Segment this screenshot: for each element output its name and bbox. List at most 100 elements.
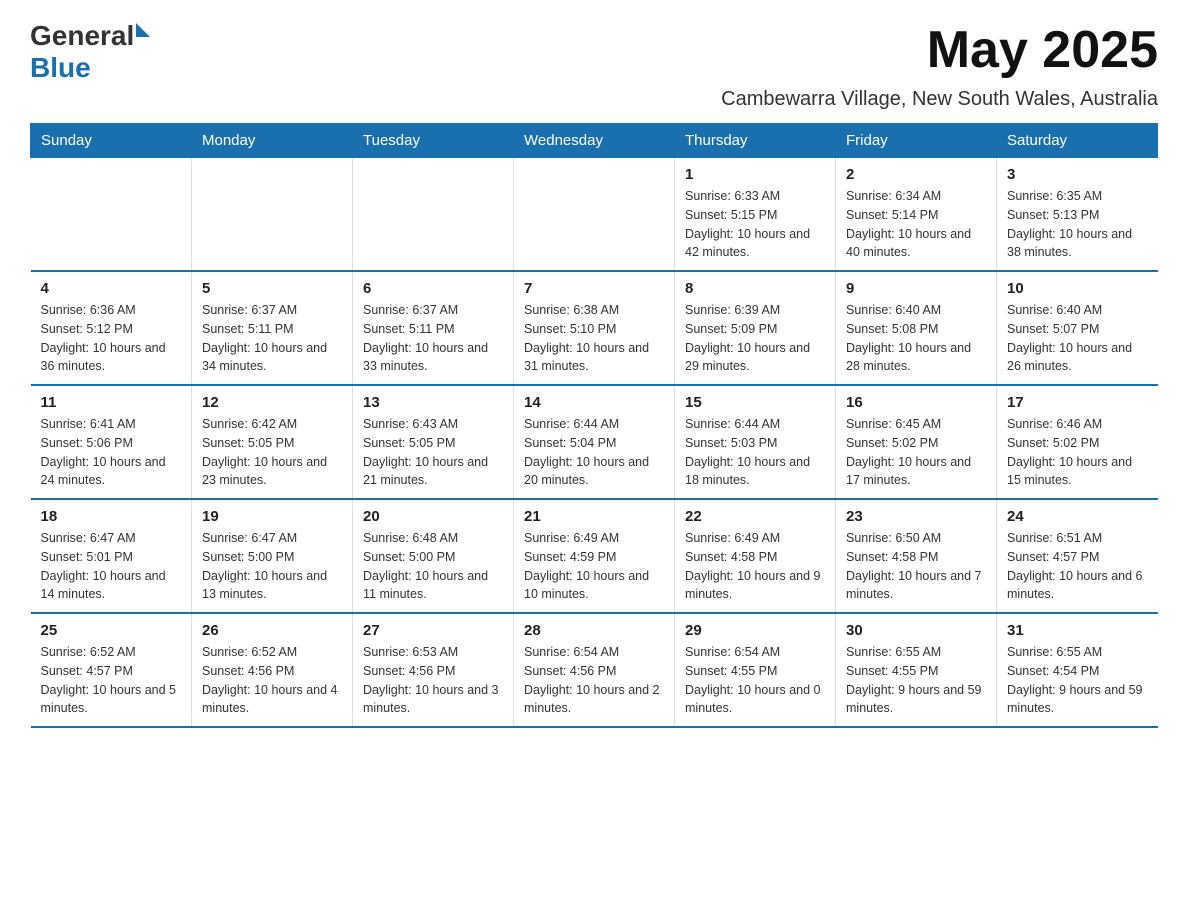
calendar-cell (514, 158, 675, 272)
day-number: 19 (202, 508, 342, 525)
calendar-cell: 4 Sunrise: 6:36 AMSunset: 5:12 PMDaylight… (31, 271, 192, 385)
calendar-cell: 2Sunrise: 6:34 AMSunset: 5:14 PMDaylight… (836, 158, 997, 272)
day-number: 6 (363, 280, 503, 297)
day-number: 1 (685, 166, 825, 183)
day-number: 13 (363, 394, 503, 411)
day-number: 23 (846, 508, 986, 525)
calendar-cell: 29 Sunrise: 6:54 AMSunset: 4:55 PMDayligh… (675, 613, 836, 727)
day-number: 10 (1007, 280, 1148, 297)
day-info: Sunrise: 6:46 AMSunset: 5:02 PMDaylight:… (1007, 415, 1148, 490)
day-info: Sunrise: 6:55 AMSunset: 4:55 PMDaylight:… (846, 643, 986, 718)
calendar-cell: 19 Sunrise: 6:47 AMSunset: 5:00 PMDayligh… (192, 499, 353, 613)
calendar-cell: 20Sunrise: 6:48 AMSunset: 5:00 PMDayligh… (353, 499, 514, 613)
day-number: 29 (685, 622, 825, 639)
day-info: Sunrise: 6:49 AMSunset: 4:59 PMDaylight:… (524, 529, 664, 604)
logo-general: General (30, 20, 134, 52)
calendar-cell: 10 Sunrise: 6:40 AMSunset: 5:07 PMDayligh… (997, 271, 1158, 385)
calendar-cell: 28Sunrise: 6:54 AMSunset: 4:56 PMDayligh… (514, 613, 675, 727)
calendar-cell: 22Sunrise: 6:49 AMSunset: 4:58 PMDayligh… (675, 499, 836, 613)
day-info: Sunrise: 6:42 AMSunset: 5:05 PMDaylight:… (202, 415, 342, 490)
day-number: 5 (202, 280, 342, 297)
day-number: 11 (41, 394, 182, 411)
calendar-cell: 5 Sunrise: 6:37 AMSunset: 5:11 PMDaylight… (192, 271, 353, 385)
day-info: Sunrise: 6:54 AMSunset: 4:55 PMDaylight:… (685, 643, 825, 718)
title-block: May 2025 (927, 20, 1158, 80)
day-number: 30 (846, 622, 986, 639)
day-number: 9 (846, 280, 986, 297)
calendar-cell: 12 Sunrise: 6:42 AMSunset: 5:05 PMDayligh… (192, 385, 353, 499)
day-number: 16 (846, 394, 986, 411)
day-info: Sunrise: 6:51 AMSunset: 4:57 PMDaylight:… (1007, 529, 1148, 604)
day-info: Sunrise: 6:44 AMSunset: 5:03 PMDaylight:… (685, 415, 825, 490)
calendar-cell: 13 Sunrise: 6:43 AMSunset: 5:05 PMDayligh… (353, 385, 514, 499)
day-info: Sunrise: 6:50 AMSunset: 4:58 PMDaylight:… (846, 529, 986, 604)
calendar-cell: 27Sunrise: 6:53 AMSunset: 4:56 PMDayligh… (353, 613, 514, 727)
day-info: Sunrise: 6:40 AMSunset: 5:07 PMDaylight:… (1007, 301, 1148, 376)
location-subtitle: Cambewarra Village, New South Wales, Aus… (30, 88, 1158, 111)
day-info: Sunrise: 6:38 AMSunset: 5:10 PMDaylight:… (524, 301, 664, 376)
calendar-cell: 18 Sunrise: 6:47 AMSunset: 5:01 PMDayligh… (31, 499, 192, 613)
day-number: 4 (41, 280, 182, 297)
day-number: 28 (524, 622, 664, 639)
logo-triangle-icon (136, 23, 150, 37)
day-info: Sunrise: 6:36 AMSunset: 5:12 PMDaylight:… (41, 301, 182, 376)
weekday-header-wednesday: Wednesday (514, 124, 675, 158)
day-info: Sunrise: 6:39 AMSunset: 5:09 PMDaylight:… (685, 301, 825, 376)
day-number: 15 (685, 394, 825, 411)
calendar-cell: 14 Sunrise: 6:44 AMSunset: 5:04 PMDayligh… (514, 385, 675, 499)
weekday-header-thursday: Thursday (675, 124, 836, 158)
calendar-cell: 8Sunrise: 6:39 AMSunset: 5:09 PMDaylight… (675, 271, 836, 385)
day-info: Sunrise: 6:52 AMSunset: 4:56 PMDaylight:… (202, 643, 342, 718)
calendar-cell: 15 Sunrise: 6:44 AMSunset: 5:03 PMDayligh… (675, 385, 836, 499)
calendar-table: SundayMondayTuesdayWednesdayThursdayFrid… (30, 123, 1158, 728)
week-row-5: 25 Sunrise: 6:52 AMSunset: 4:57 PMDayligh… (31, 613, 1158, 727)
day-number: 27 (363, 622, 503, 639)
week-row-4: 18 Sunrise: 6:47 AMSunset: 5:01 PMDayligh… (31, 499, 1158, 613)
month-title: May 2025 (927, 20, 1158, 80)
day-number: 31 (1007, 622, 1148, 639)
calendar-cell (192, 158, 353, 272)
day-info: Sunrise: 6:35 AMSunset: 5:13 PMDaylight:… (1007, 187, 1148, 262)
day-info: Sunrise: 6:45 AMSunset: 5:02 PMDaylight:… (846, 415, 986, 490)
day-info: Sunrise: 6:49 AMSunset: 4:58 PMDaylight:… (685, 529, 825, 604)
week-row-1: 1Sunrise: 6:33 AMSunset: 5:15 PMDaylight… (31, 158, 1158, 272)
day-info: Sunrise: 6:37 AMSunset: 5:11 PMDaylight:… (202, 301, 342, 376)
week-row-2: 4 Sunrise: 6:36 AMSunset: 5:12 PMDaylight… (31, 271, 1158, 385)
calendar-cell: 11 Sunrise: 6:41 AMSunset: 5:06 PMDayligh… (31, 385, 192, 499)
calendar-cell: 21 Sunrise: 6:49 AMSunset: 4:59 PMDayligh… (514, 499, 675, 613)
day-info: Sunrise: 6:41 AMSunset: 5:06 PMDaylight:… (41, 415, 182, 490)
day-info: Sunrise: 6:43 AMSunset: 5:05 PMDaylight:… (363, 415, 503, 490)
logo-blue: Blue (30, 52, 91, 84)
day-number: 12 (202, 394, 342, 411)
calendar-cell: 6Sunrise: 6:37 AMSunset: 5:11 PMDaylight… (353, 271, 514, 385)
weekday-header-saturday: Saturday (997, 124, 1158, 158)
weekday-header-friday: Friday (836, 124, 997, 158)
day-info: Sunrise: 6:34 AMSunset: 5:14 PMDaylight:… (846, 187, 986, 262)
weekday-header-row: SundayMondayTuesdayWednesdayThursdayFrid… (31, 124, 1158, 158)
day-number: 18 (41, 508, 182, 525)
weekday-header-monday: Monday (192, 124, 353, 158)
day-number: 26 (202, 622, 342, 639)
day-info: Sunrise: 6:47 AMSunset: 5:00 PMDaylight:… (202, 529, 342, 604)
day-info: Sunrise: 6:52 AMSunset: 4:57 PMDaylight:… (41, 643, 182, 718)
day-info: Sunrise: 6:55 AMSunset: 4:54 PMDaylight:… (1007, 643, 1148, 718)
calendar-cell: 30 Sunrise: 6:55 AMSunset: 4:55 PMDayligh… (836, 613, 997, 727)
day-info: Sunrise: 6:40 AMSunset: 5:08 PMDaylight:… (846, 301, 986, 376)
day-number: 17 (1007, 394, 1148, 411)
day-number: 14 (524, 394, 664, 411)
day-number: 25 (41, 622, 182, 639)
calendar-cell: 31 Sunrise: 6:55 AMSunset: 4:54 PMDayligh… (997, 613, 1158, 727)
weekday-header-sunday: Sunday (31, 124, 192, 158)
logo: General Blue (30, 20, 150, 84)
day-info: Sunrise: 6:47 AMSunset: 5:01 PMDaylight:… (41, 529, 182, 604)
calendar-cell: 3 Sunrise: 6:35 AMSunset: 5:13 PMDaylight… (997, 158, 1158, 272)
calendar-cell: 17 Sunrise: 6:46 AMSunset: 5:02 PMDayligh… (997, 385, 1158, 499)
calendar-cell (31, 158, 192, 272)
day-number: 24 (1007, 508, 1148, 525)
calendar-cell (353, 158, 514, 272)
calendar-cell: 9 Sunrise: 6:40 AMSunset: 5:08 PMDaylight… (836, 271, 997, 385)
page-header: General Blue May 2025 (30, 20, 1158, 84)
day-info: Sunrise: 6:44 AMSunset: 5:04 PMDaylight:… (524, 415, 664, 490)
day-number: 3 (1007, 166, 1148, 183)
day-number: 21 (524, 508, 664, 525)
